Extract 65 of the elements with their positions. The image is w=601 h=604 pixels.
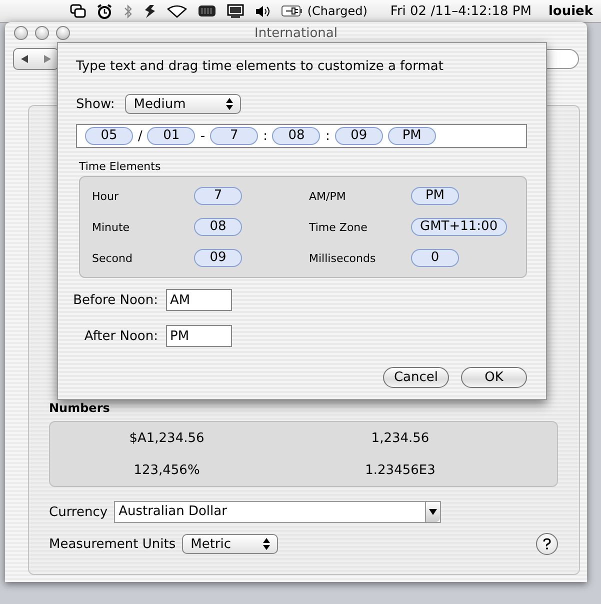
time-token[interactable]: 09 <box>334 127 383 145</box>
volume-icon[interactable] <box>255 4 270 18</box>
number-sample: 123,456% <box>134 462 200 478</box>
down-arrow-icon <box>428 509 437 515</box>
battery-status: (Charged) <box>307 4 368 18</box>
number-sample: 1,234.56 <box>371 430 430 446</box>
show-label: Show: <box>76 96 115 112</box>
number-sample: 1.23456E3 <box>365 462 436 478</box>
currency-combo-box[interactable]: Australian Dollar <box>114 501 441 523</box>
back-forward-control[interactable] <box>13 48 59 70</box>
dialog-button[interactable]: Cancel <box>383 367 449 388</box>
element-label: Second <box>92 252 134 264</box>
separator-text: / <box>138 128 142 144</box>
help-button[interactable] <box>536 533 558 555</box>
instruction-text: Type text and drag time elements to customize a format <box>76 59 444 74</box>
after-noon-label: After Noon: <box>83 328 158 344</box>
power-plug-icon[interactable] <box>281 5 304 17</box>
group-title: Time Elements <box>79 160 162 173</box>
measurement-popup[interactable]: Metric <box>182 534 278 554</box>
time-token[interactable]: 05 <box>85 127 133 145</box>
minimize-button[interactable] <box>35 26 49 40</box>
section-heading: Numbers <box>49 401 111 415</box>
close-button[interactable] <box>14 26 28 40</box>
time-token[interactable]: 0 <box>411 249 459 267</box>
separator-text: : <box>263 128 268 144</box>
time-token[interactable]: 01 <box>147 127 196 145</box>
forward-arrow-icon[interactable] <box>43 55 51 63</box>
number-sample: $A1,234.56 <box>129 430 204 446</box>
alarm-clock-icon[interactable] <box>97 4 112 18</box>
question-mark-icon <box>543 538 551 550</box>
menu-clock[interactable]: Fri 02 /11–4:12:18 PM <box>390 4 532 18</box>
time-token[interactable]: GMT+11:00 <box>411 218 507 236</box>
window-title: International <box>254 26 338 40</box>
up-down-arrows-icon <box>262 538 270 550</box>
back-arrow-icon[interactable] <box>21 55 29 63</box>
format-field[interactable]: 05 / 01 - 7 : 08 : 09 PM <box>76 124 527 148</box>
time-token[interactable]: PM <box>388 127 436 145</box>
separator-text: : <box>325 128 330 144</box>
bluetooth-icon[interactable] <box>123 4 134 18</box>
element-label: Milliseconds <box>309 252 377 264</box>
currency-label: Currency <box>49 504 108 520</box>
element-label: AM/PM <box>309 190 347 202</box>
display-icon[interactable] <box>227 4 244 18</box>
time-token[interactable]: 7 <box>194 187 242 205</box>
user-name[interactable]: louiek <box>548 4 593 18</box>
keyboard-icon[interactable] <box>198 5 216 17</box>
element-label: Hour <box>92 190 120 202</box>
element-label: Time Zone <box>309 220 368 234</box>
zoom-button[interactable] <box>56 26 70 40</box>
time-token[interactable]: 08 <box>272 127 320 145</box>
wifi-icon[interactable] <box>167 4 188 18</box>
time-token[interactable]: 09 <box>194 249 242 267</box>
after-noon-field[interactable]: PM <box>166 325 232 347</box>
element-label: Minute <box>92 220 131 234</box>
measurement-label: Measurement Units <box>49 536 176 552</box>
separator-text: - <box>200 128 206 144</box>
show-popup[interactable]: Medium <box>124 94 241 114</box>
time-token[interactable]: 08 <box>194 218 242 236</box>
time-token[interactable]: 7 <box>210 127 258 145</box>
before-noon-field[interactable]: AM <box>166 289 232 311</box>
time-token[interactable]: PM <box>411 187 459 205</box>
up-down-arrows-icon <box>226 98 233 110</box>
windows-icon[interactable] <box>70 4 86 18</box>
dialog-button[interactable]: OK <box>461 367 527 388</box>
before-noon-label: Before Noon: <box>72 292 158 308</box>
